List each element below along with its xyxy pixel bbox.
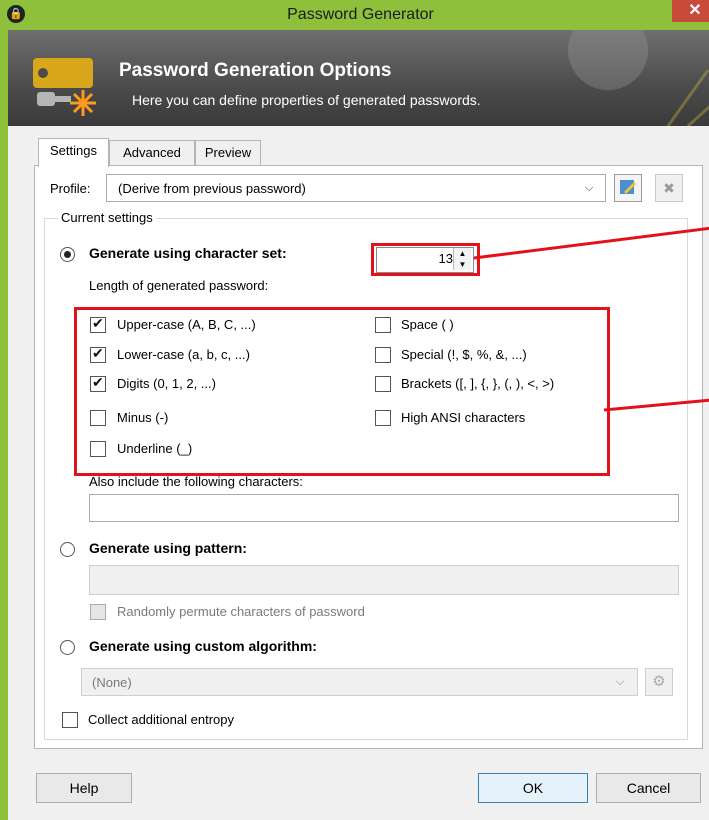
annotation-line-length [473, 226, 709, 260]
annotation-line-charset [603, 398, 709, 412]
tab-settings[interactable]: Settings [38, 138, 109, 167]
annotation-lines [473, 226, 709, 412]
